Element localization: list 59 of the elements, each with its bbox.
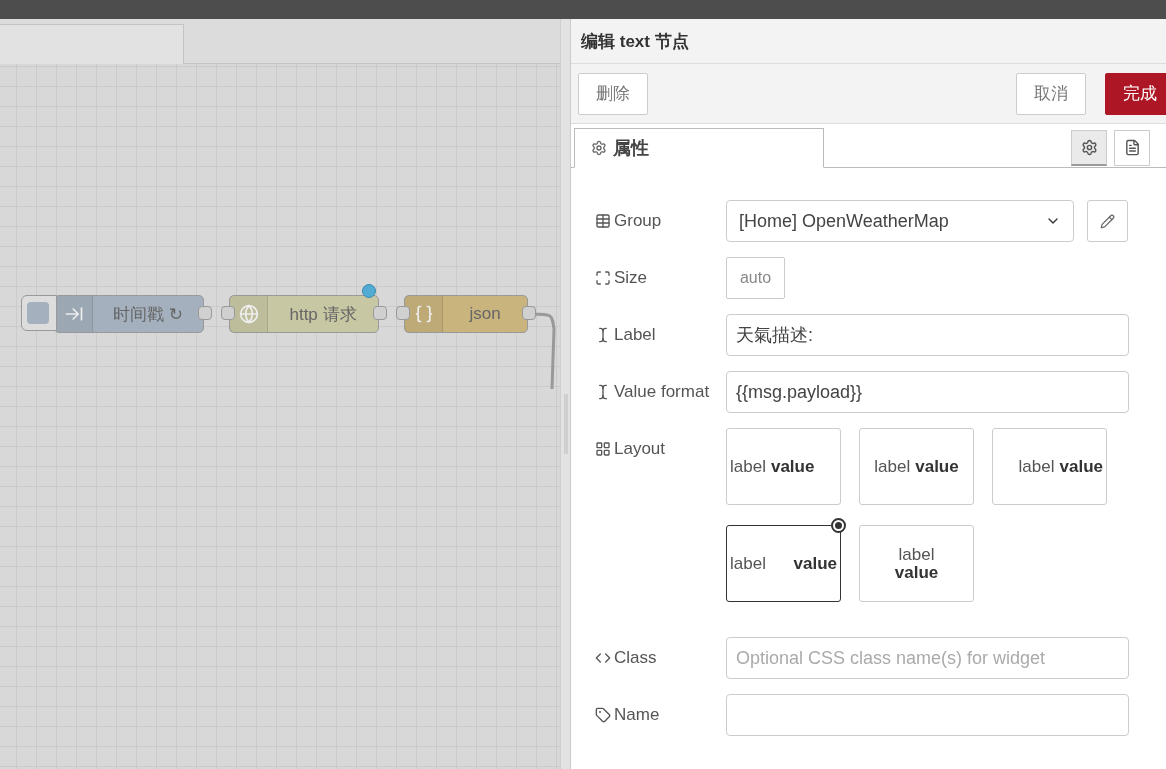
- value-text: value: [770, 456, 815, 477]
- layout-option[interactable]: label value: [726, 428, 841, 505]
- field-label: Group: [614, 211, 662, 231]
- field-label: Size: [614, 268, 648, 288]
- output-port[interactable]: [522, 306, 536, 320]
- output-port[interactable]: [198, 306, 212, 320]
- input-field[interactable]: Optional CSS class name(s) for widget: [726, 637, 1129, 679]
- label-text: label: [730, 553, 766, 574]
- node-label: 时间戳 ↻: [112, 303, 184, 326]
- pencil-icon: [1100, 213, 1115, 229]
- radio-icon: [831, 518, 846, 533]
- editor-title: 编辑 text 节点: [581, 30, 689, 53]
- globe-icon: [238, 304, 259, 324]
- layout-option[interactable]: label value: [992, 428, 1107, 505]
- settings-icon: [591, 140, 607, 156]
- input-field[interactable]: 天氣描述:: [726, 314, 1129, 356]
- settings-tab[interactable]: [1071, 129, 1107, 166]
- input-port[interactable]: [221, 306, 235, 320]
- settings-icon: [1080, 138, 1098, 156]
- edit-button[interactable]: [1087, 200, 1128, 242]
- field-label: Layout: [614, 439, 666, 459]
- braces-icon: [413, 304, 434, 324]
- value-text: value: [915, 456, 959, 477]
- value-text: value: [793, 553, 837, 574]
- value-text: value: [894, 563, 939, 582]
- arrow-icon: [63, 304, 84, 324]
- label-text: label: [730, 456, 766, 477]
- layout-option[interactable]: label value: [859, 428, 974, 505]
- group-select[interactable]: [Home] OpenWeatherMap: [726, 200, 1074, 242]
- field-label: Name: [614, 705, 660, 725]
- field-label: Value format: [614, 382, 710, 402]
- node-label: http 请求: [288, 303, 358, 326]
- properties-tab[interactable]: 属性: [574, 128, 824, 168]
- code-icon: [595, 650, 611, 666]
- output-port[interactable]: [373, 306, 387, 320]
- description-tab[interactable]: [1114, 129, 1150, 166]
- layout-option[interactable]: label value: [726, 525, 841, 602]
- inject-button[interactable]: [21, 295, 57, 331]
- field-label: Label: [614, 325, 656, 345]
- label-text: label: [874, 456, 911, 477]
- size-button[interactable]: auto: [726, 257, 785, 299]
- frame-icon: [595, 270, 611, 286]
- label-text: label: [1018, 456, 1055, 477]
- input-field[interactable]: [726, 694, 1129, 736]
- delete-button[interactable]: 删除: [578, 72, 648, 115]
- cancel-button[interactable]: 取消: [1016, 72, 1086, 115]
- value-text: value: [1059, 456, 1103, 477]
- node-label: json: [468, 304, 502, 324]
- input-field[interactable]: {{msg.payload}}: [726, 371, 1129, 413]
- flow-tab[interactable]: [0, 24, 184, 64]
- done-button[interactable]: 完成: [1105, 72, 1166, 115]
- document-icon: [1123, 139, 1141, 156]
- tag-icon: [595, 707, 611, 723]
- input-port[interactable]: [396, 306, 410, 320]
- grid-icon: [595, 441, 611, 457]
- field-label: Class: [614, 648, 657, 668]
- table-icon: [595, 213, 611, 229]
- layout-option[interactable]: label value: [859, 525, 974, 602]
- label-text: label: [898, 545, 935, 564]
